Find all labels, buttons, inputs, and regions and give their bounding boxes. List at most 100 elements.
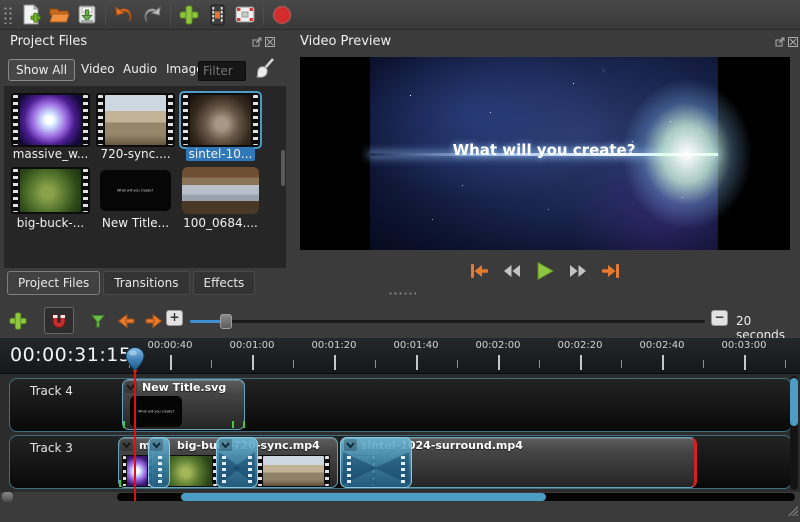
ruler-label: 00:01:00 <box>230 340 275 351</box>
jump-to-start-button[interactable] <box>467 260 491 282</box>
play-icon <box>534 260 556 282</box>
tab-transitions[interactable]: Transitions <box>103 271 189 295</box>
toolbar-separator <box>170 5 171 25</box>
clear-filter-button[interactable] <box>254 57 276 85</box>
thumbnail-image <box>20 95 81 145</box>
tab-project-files[interactable]: Project Files <box>7 271 100 295</box>
transition-holes <box>401 456 405 486</box>
close-panel-icon[interactable] <box>265 37 275 47</box>
fast-forward-icon <box>567 261 589 281</box>
tab-effects[interactable]: Effects <box>193 271 256 295</box>
panel-splitter-handle[interactable] <box>388 291 416 296</box>
file-thumbnail-new-title[interactable]: What will you create? <box>100 170 171 211</box>
playhead-handle[interactable] <box>124 346 146 378</box>
float-panel-icon[interactable] <box>252 37 262 47</box>
open-project-button[interactable] <box>45 2 73 28</box>
rewind-icon <box>501 261 523 281</box>
save-project-button[interactable] <box>73 2 101 28</box>
float-panel-icon[interactable] <box>775 37 785 47</box>
choose-profile-button[interactable] <box>231 2 259 28</box>
ruler-label: 00:01:20 <box>312 340 357 351</box>
ruler-tick <box>580 355 582 370</box>
ruler-label: 00:03:00 <box>722 340 767 351</box>
ruler-label: 00:00:40 <box>148 340 193 351</box>
file-name-selected: sintel-10... <box>181 147 260 161</box>
ruler-tick <box>498 355 500 370</box>
timeline-ruler[interactable]: 00:00:31:15 00:00:40 00:01:00 00:01:20 0… <box>0 338 800 374</box>
new-project-icon <box>20 3 42 27</box>
clip-label: New Title.svg <box>142 381 226 394</box>
add-track-button[interactable] <box>4 308 32 334</box>
thumbnail-image <box>164 456 212 486</box>
ruler-label: 00:02:00 <box>476 340 521 351</box>
zoom-out-button[interactable]: − <box>711 310 728 326</box>
save-project-icon <box>76 3 98 27</box>
vertical-scrollbar-handle[interactable] <box>790 378 798 426</box>
previous-marker-button[interactable] <box>112 308 140 334</box>
timeline-vertical-scrollbar[interactable] <box>790 376 798 490</box>
filter-video-button[interactable]: Video <box>74 59 122 79</box>
fast-forward-button[interactable] <box>566 260 590 282</box>
toolbar-grip-handle[interactable] <box>3 6 13 24</box>
filter-input[interactable] <box>198 61 246 81</box>
next-marker-button[interactable] <box>140 308 168 334</box>
choose-profile-icon <box>233 4 257 26</box>
window-resize-grip[interactable] <box>786 504 798 516</box>
ruler-tick <box>252 355 254 370</box>
new-project-button[interactable] <box>17 2 45 28</box>
previous-marker-icon <box>115 312 137 330</box>
import-files-icon <box>207 3 227 27</box>
file-name: New Title... <box>96 216 175 230</box>
add-marker-button[interactable] <box>84 308 112 334</box>
filter-show-all-button[interactable]: Show All <box>8 59 75 81</box>
redo-icon <box>140 3 164 27</box>
left-panel-tabs: Project Files Transitions Effects <box>0 269 290 295</box>
redo-button[interactable] <box>138 2 166 28</box>
transition-holes <box>222 456 226 486</box>
close-panel-icon[interactable] <box>788 37 798 47</box>
snapping-toggle-button[interactable] <box>44 307 74 334</box>
transition-menu-chevron-icon[interactable] <box>150 439 163 451</box>
ruler-tick-minor <box>211 360 212 368</box>
filter-audio-button[interactable]: Audio <box>116 59 164 79</box>
clip-menu-chevron-icon[interactable] <box>120 439 133 451</box>
zoom-slider-handle[interactable] <box>220 314 232 329</box>
ruler-label: 00:02:20 <box>558 340 603 351</box>
transition-holes <box>158 456 162 486</box>
filmstrip-holes <box>83 169 88 212</box>
timeline-zoom-slider[interactable] <box>190 320 705 323</box>
export-video-button[interactable] <box>268 2 296 28</box>
transition-menu-chevron-icon[interactable] <box>344 439 357 451</box>
file-thumbnail-massive[interactable] <box>11 93 90 147</box>
rewind-button[interactable] <box>500 260 524 282</box>
clip-trim-marker <box>232 421 234 428</box>
title-caption-text: What will you create? <box>117 189 153 193</box>
horizontal-scrollbar-handle[interactable] <box>181 493 546 501</box>
video-frame: What will you create? <box>370 57 718 250</box>
files-scrollbar[interactable] <box>281 150 285 186</box>
clip-thumbnail-new-title: What will you create? <box>130 396 182 427</box>
add-button[interactable] <box>175 2 203 28</box>
ruler-tick-minor <box>293 360 294 368</box>
undo-button[interactable] <box>110 2 138 28</box>
play-button[interactable] <box>533 260 557 282</box>
ruler-tick <box>416 355 418 370</box>
file-thumbnail-big-buck[interactable] <box>11 167 90 214</box>
filmstrip-holes <box>123 456 126 486</box>
ruler-tick <box>662 355 664 370</box>
import-files-button[interactable] <box>203 2 231 28</box>
video-preview-dock-icons <box>775 37 798 47</box>
file-thumbnail-720-sync[interactable] <box>96 93 175 147</box>
file-thumbnail-100-0684[interactable] <box>182 167 259 214</box>
file-name: big-buck-... <box>11 216 90 230</box>
filmstrip-holes <box>13 95 18 145</box>
thumbnail-image <box>263 456 324 486</box>
jump-to-end-button[interactable] <box>599 260 623 282</box>
zoom-in-button[interactable]: + <box>166 310 183 326</box>
clip-trim-marker <box>243 421 245 428</box>
transition-menu-chevron-icon[interactable] <box>219 439 232 451</box>
thumbnail-image <box>105 95 166 145</box>
stars-decoration <box>370 57 371 58</box>
filmstrip-holes <box>258 456 262 486</box>
file-thumbnail-sintel[interactable] <box>181 93 260 147</box>
